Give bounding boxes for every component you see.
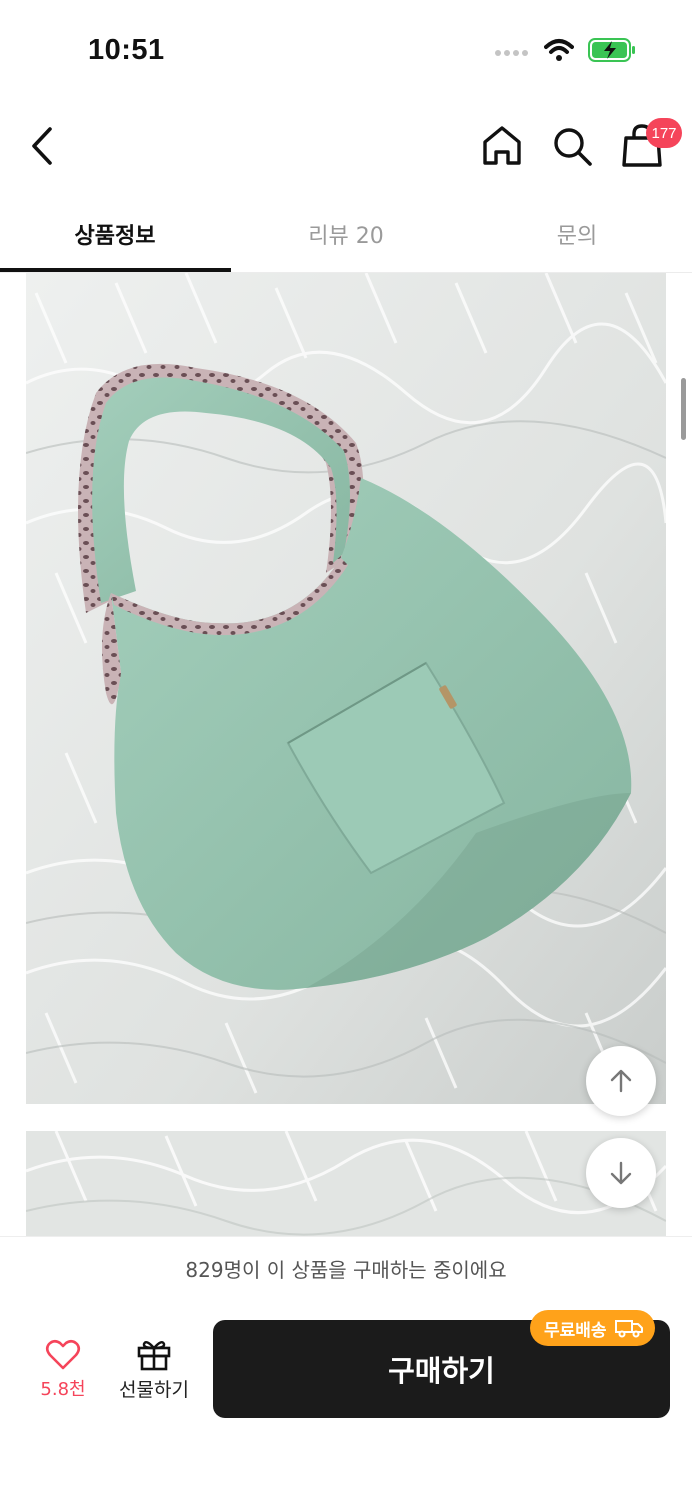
like-count: 5.8천 <box>40 1379 86 1400</box>
search-icon <box>554 128 592 166</box>
free-shipping-badge: 무료배송 <box>530 1310 655 1346</box>
home-button[interactable] <box>478 122 526 170</box>
back-button[interactable] <box>22 120 62 172</box>
tab-reviews[interactable]: 리뷰 20 <box>231 195 461 272</box>
status-time: 10:51 <box>88 34 165 66</box>
product-tabs: 상품정보 리뷰 20 문의 <box>0 195 692 273</box>
scroll-down-button[interactable] <box>586 1138 656 1208</box>
gift-label: 선물하기 <box>119 1379 189 1401</box>
active-tab-indicator <box>0 268 231 272</box>
gift-button[interactable]: 선물하기 <box>112 1337 196 1409</box>
product-image-2 <box>26 1131 666 1241</box>
home-icon <box>483 126 521 165</box>
status-bar: 10:51 <box>0 0 692 100</box>
heart-icon <box>45 1339 81 1370</box>
cart-count-badge: 177 <box>646 118 682 148</box>
scroll-up-button[interactable] <box>586 1046 656 1116</box>
status-icons <box>494 38 636 66</box>
delivery-truck-icon <box>614 1320 643 1338</box>
signal-icon <box>494 43 530 62</box>
battery-charging-icon <box>588 38 636 66</box>
top-navigation <box>0 100 692 195</box>
tab-inquiry[interactable]: 문의 <box>462 195 692 272</box>
product-image <box>26 273 666 1104</box>
arrow-up-icon <box>610 1069 632 1093</box>
chevron-left-icon <box>32 127 52 165</box>
arrow-down-icon <box>610 1161 632 1185</box>
like-button[interactable]: 5.8천 <box>22 1339 104 1409</box>
purchasing-now-notice: 829명이 이 상품을 구매하는 중이에요 <box>0 1236 692 1300</box>
page-scrollbar[interactable] <box>681 378 686 440</box>
wifi-icon <box>544 38 574 66</box>
gift-icon <box>137 1341 171 1371</box>
tab-product-info[interactable]: 상품정보 <box>0 195 230 272</box>
search-button[interactable] <box>548 122 596 170</box>
free-shipping-label: 무료배송 <box>544 1320 607 1341</box>
